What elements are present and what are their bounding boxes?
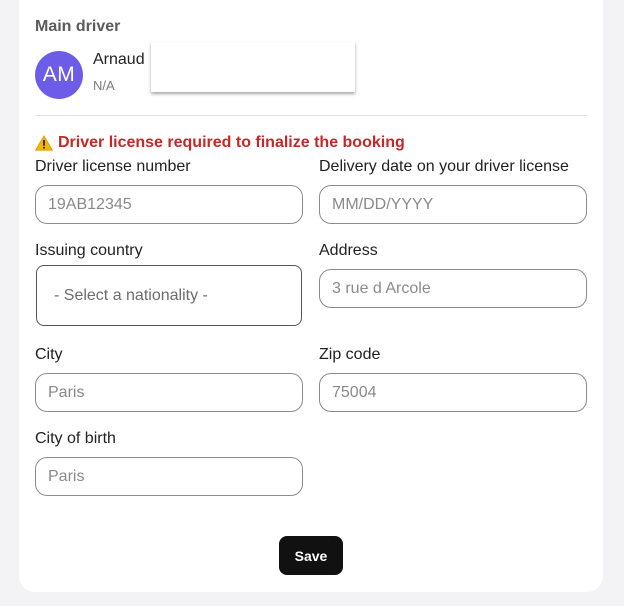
save-button[interactable]: Save xyxy=(279,536,343,575)
avatar: AM xyxy=(35,51,83,99)
delivery-date-input[interactable] xyxy=(319,185,587,224)
divider xyxy=(35,115,587,116)
warning-triangle-icon xyxy=(34,135,54,151)
city-label: City xyxy=(35,346,63,363)
address-label: Address xyxy=(319,242,378,259)
issuing-country-select[interactable]: - Select a nationality - xyxy=(36,265,302,326)
license-warning: Driver license required to finalize the … xyxy=(34,134,405,152)
driver-card: Main driver AM Arnaud N/A Driver license… xyxy=(19,0,603,592)
delivery-date-label: Delivery date on your driver license xyxy=(319,158,569,175)
license-number-label: Driver license number xyxy=(35,158,191,175)
address-input[interactable] xyxy=(319,269,587,308)
license-number-input[interactable] xyxy=(35,185,303,224)
issuing-country-value: - Select a nationality - xyxy=(54,286,208,304)
zip-code-input[interactable] xyxy=(319,373,587,412)
zip-code-label: Zip code xyxy=(319,346,381,363)
city-input[interactable] xyxy=(35,373,303,412)
driver-name: Arnaud xyxy=(93,51,145,68)
issuing-country-label: Issuing country xyxy=(35,242,143,259)
driver-subtitle: N/A xyxy=(93,78,115,93)
warning-text: Driver license required to finalize the … xyxy=(58,134,405,151)
section-title: Main driver xyxy=(35,18,121,35)
city-of-birth-input[interactable] xyxy=(35,457,303,496)
popover-box xyxy=(151,42,355,92)
city-of-birth-label: City of birth xyxy=(35,430,116,447)
